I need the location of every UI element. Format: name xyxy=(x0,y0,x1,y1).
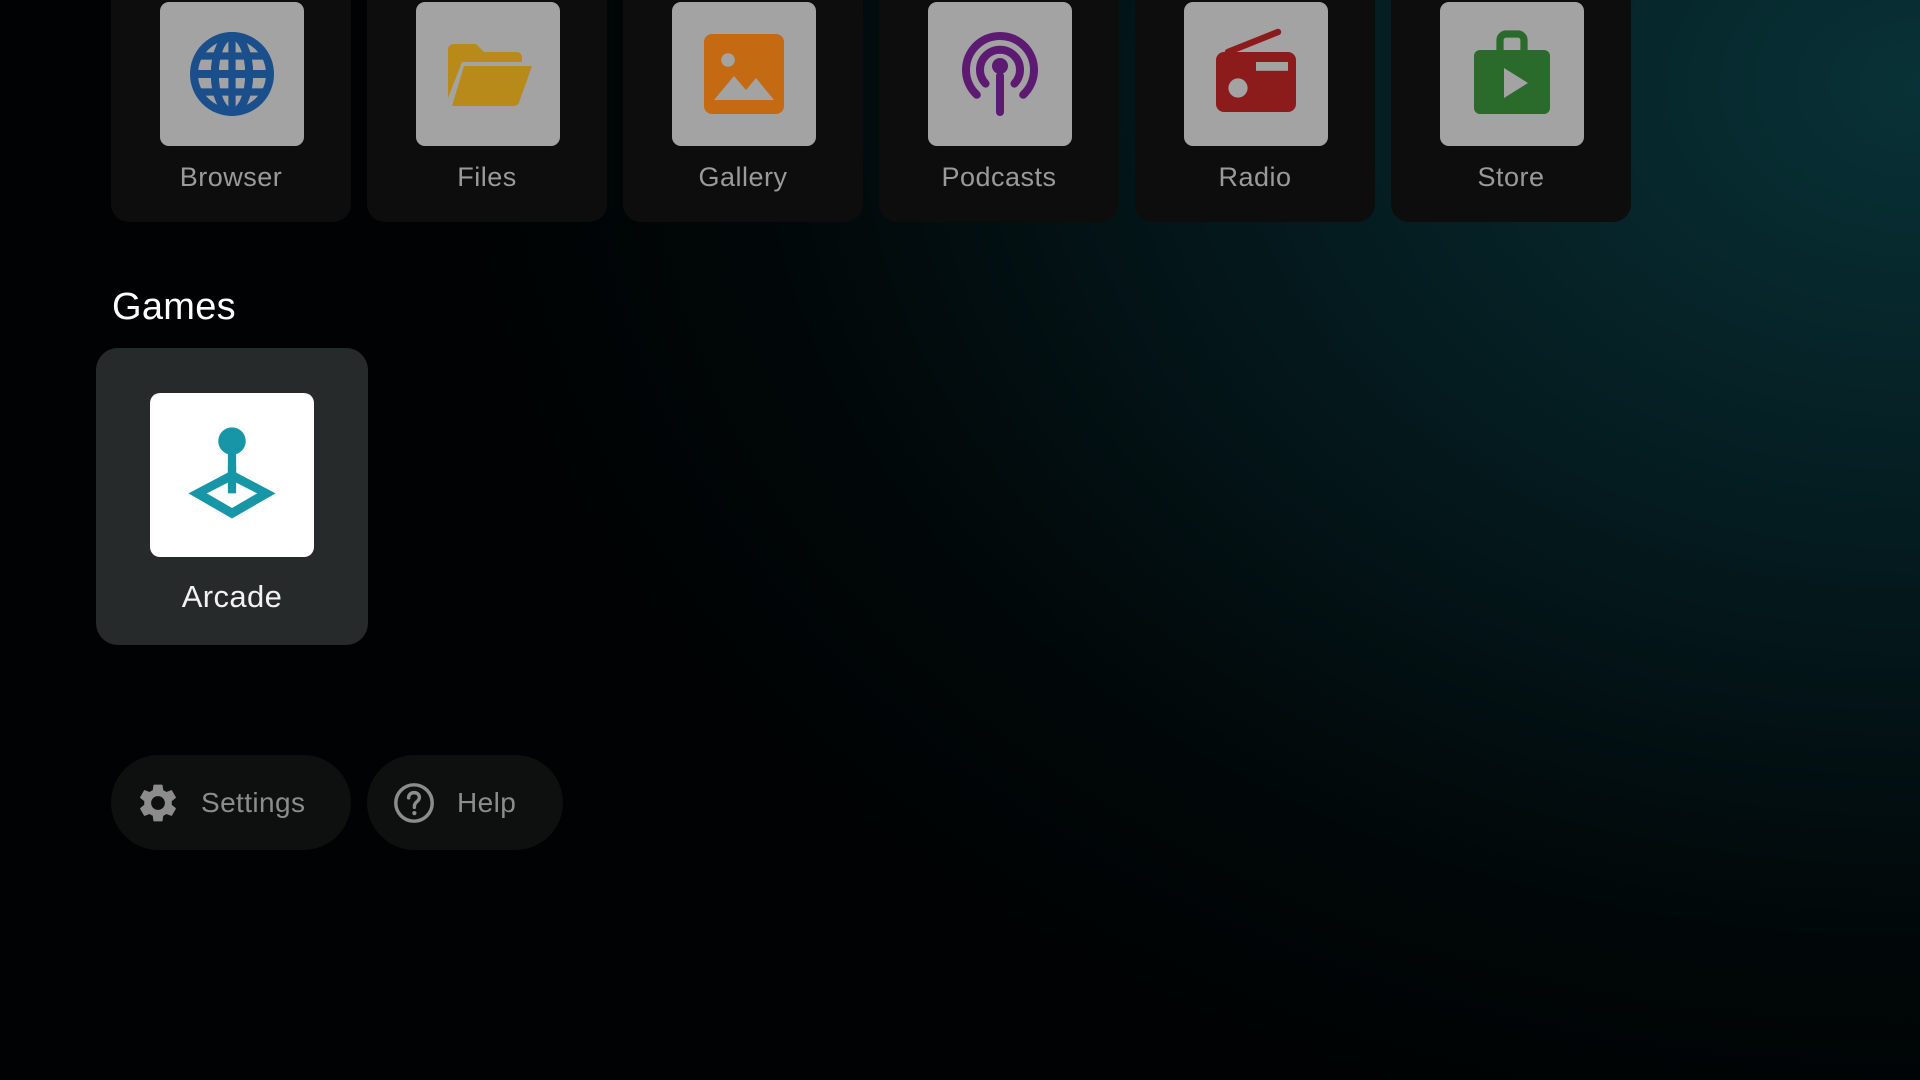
app-label: Radio xyxy=(1218,162,1292,192)
radio-icon xyxy=(1216,28,1296,112)
app-icon-tile xyxy=(160,2,304,146)
folder-icon xyxy=(448,44,532,106)
app-label: Podcasts xyxy=(941,162,1057,192)
help-circle-icon xyxy=(391,780,437,826)
help-button[interactable]: Help xyxy=(367,755,563,850)
app-icon-tile xyxy=(1440,2,1584,146)
app-icon-tile xyxy=(928,2,1072,146)
podcast-icon xyxy=(962,31,1038,116)
app-card-browser[interactable]: Browser xyxy=(111,0,351,222)
section-title-games: Games xyxy=(112,286,236,328)
apps-row: Browser Files Gallery Podcasts Radio Sto… xyxy=(111,0,1631,222)
image-icon xyxy=(704,34,784,114)
app-label: Store xyxy=(1477,162,1545,192)
app-icon-tile xyxy=(416,2,560,146)
globe-icon xyxy=(190,32,274,116)
app-card-files[interactable]: Files xyxy=(367,0,607,222)
app-card-gallery[interactable]: Gallery xyxy=(623,0,863,222)
help-label: Help xyxy=(457,786,517,818)
app-card-store[interactable]: Store xyxy=(1391,0,1631,222)
joystick-icon xyxy=(188,427,276,519)
app-icon-tile xyxy=(1184,2,1328,146)
app-label: Files xyxy=(457,162,517,192)
settings-button[interactable]: Settings xyxy=(111,755,351,850)
app-icon-tile xyxy=(150,393,314,557)
app-label: Gallery xyxy=(698,162,788,192)
app-card-podcasts[interactable]: Podcasts xyxy=(879,0,1119,222)
gear-icon xyxy=(135,780,181,826)
store-bag-icon xyxy=(1474,30,1550,114)
app-label-arcade: Arcade xyxy=(181,579,283,614)
app-card-radio[interactable]: Radio xyxy=(1135,0,1375,222)
app-label: Browser xyxy=(179,162,283,192)
settings-label: Settings xyxy=(201,786,306,818)
app-icon-tile xyxy=(672,2,816,146)
